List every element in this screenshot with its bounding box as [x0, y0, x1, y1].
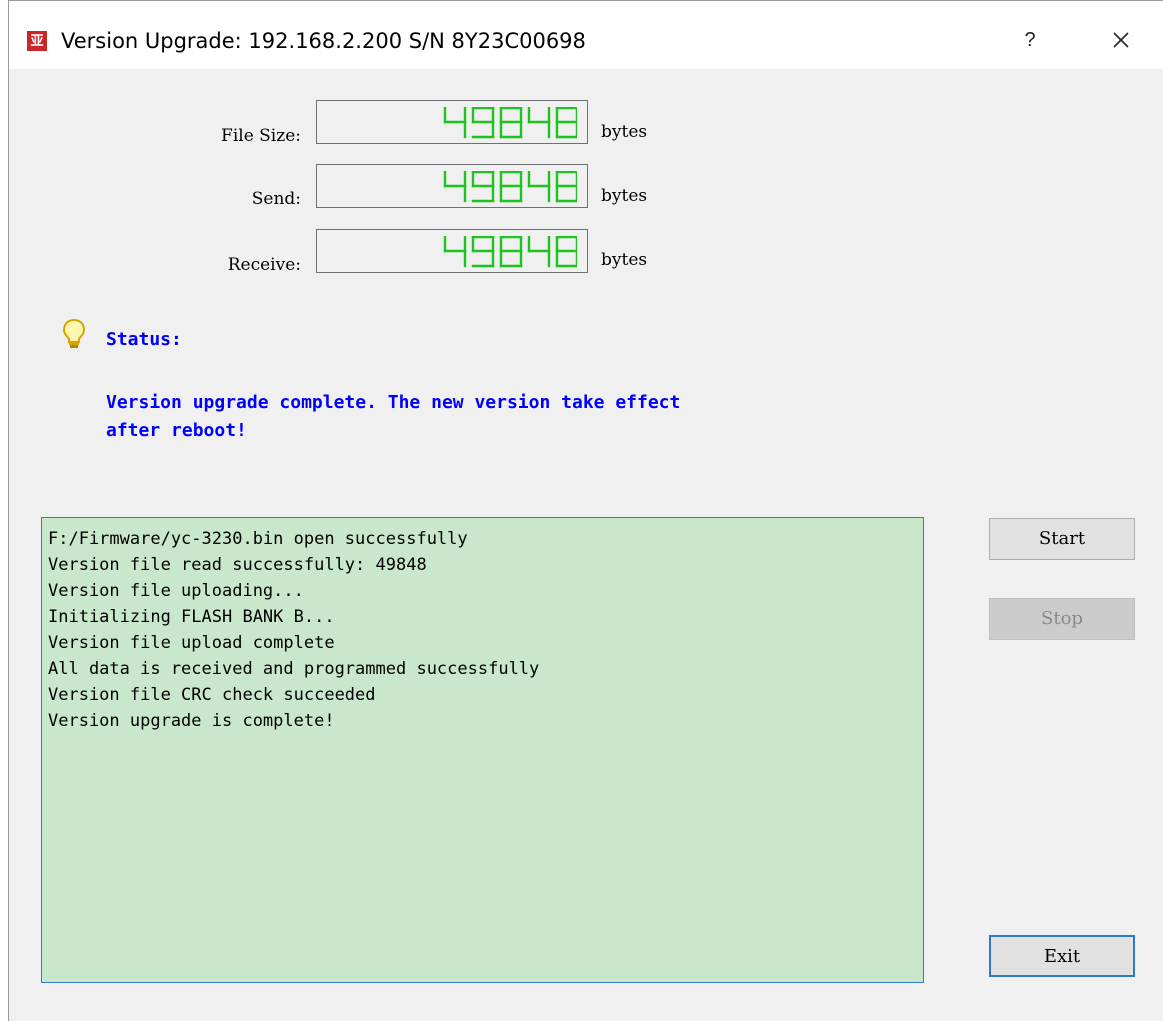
status-message-line-1: Version upgrade complete. The new versio… [106, 392, 681, 413]
send-display [316, 164, 588, 208]
file-size-digits [443, 107, 577, 139]
exit-button[interactable]: Exit [989, 935, 1135, 977]
lightbulb-icon [62, 318, 86, 348]
file-size-unit: bytes [601, 122, 648, 142]
log-line: Version file CRC check succeeded [48, 685, 376, 705]
log-output[interactable]: F:/Firmware/yc-3230.bin open successfull… [41, 517, 924, 983]
close-icon [1113, 32, 1129, 48]
receive-display [316, 229, 588, 273]
title-bar: 亚 Version Upgrade: 192.168.2.200 S/N 8Y2… [9, 1, 1163, 69]
log-line: All data is received and programmed succ… [48, 659, 540, 679]
help-button[interactable]: ? [1017, 25, 1043, 55]
receive-digits [443, 236, 577, 268]
file-size-label: File Size: [221, 126, 301, 146]
status-message-line-2: after reboot! [106, 420, 247, 441]
app-logo-icon: 亚 [27, 31, 47, 51]
log-line: Version upgrade is complete! [48, 711, 335, 731]
log-line: Version file upload complete [48, 633, 335, 653]
send-unit: bytes [601, 186, 648, 206]
status-label: Status: [106, 329, 182, 350]
receive-unit: bytes [601, 250, 648, 270]
window-title: Version Upgrade: 192.168.2.200 S/N 8Y23C… [61, 29, 586, 53]
upgrade-dialog: 亚 Version Upgrade: 192.168.2.200 S/N 8Y2… [8, 0, 1163, 1021]
close-button[interactable] [1104, 23, 1138, 57]
log-line: Version file read successfully: 49848 [48, 555, 427, 575]
send-label: Send: [251, 189, 301, 209]
receive-label: Receive: [227, 255, 301, 275]
file-size-display [316, 100, 588, 144]
send-digits [443, 171, 577, 203]
log-line: Version file uploading... [48, 581, 304, 601]
log-line: Initializing FLASH BANK B... [48, 607, 335, 627]
status-message: Version upgrade complete. The new versio… [106, 389, 896, 445]
log-line: F:/Firmware/yc-3230.bin open successfull… [48, 529, 468, 549]
stop-button[interactable]: Stop [989, 598, 1135, 640]
start-button[interactable]: Start [989, 518, 1135, 560]
